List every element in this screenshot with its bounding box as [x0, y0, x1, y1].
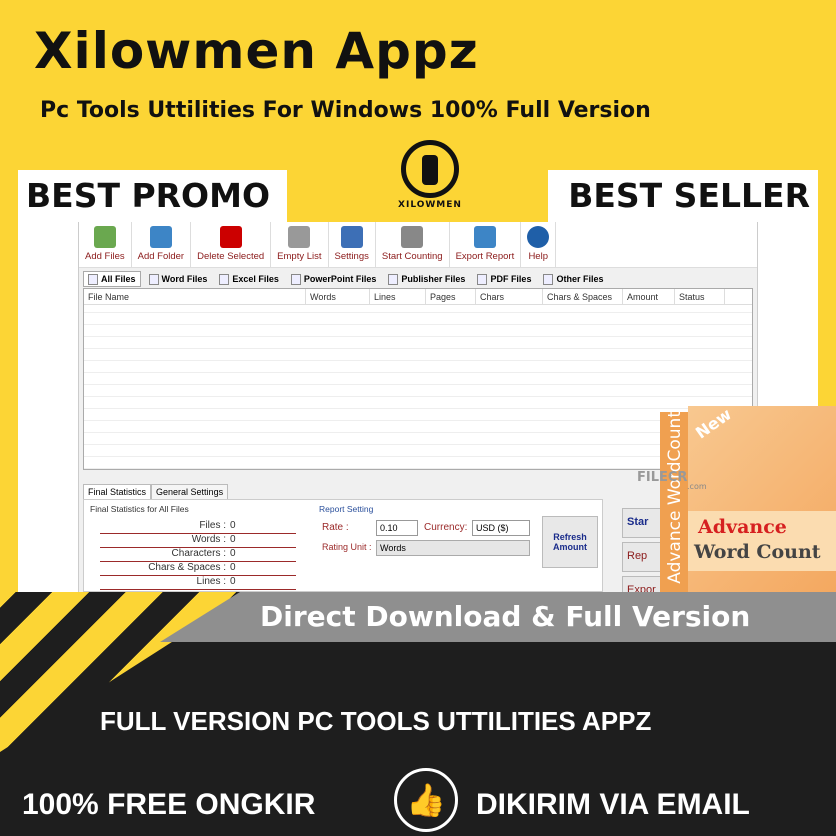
rate-label: Rate :	[322, 522, 349, 533]
toolbar-button-export-report[interactable]: Export Report	[450, 222, 522, 267]
currency-label: Currency:	[424, 522, 468, 533]
file-type-icon	[88, 273, 98, 285]
tab-word-files[interactable]: Word Files	[145, 271, 212, 287]
free-shipping-text: 100% FREE ONGKIR	[22, 788, 316, 821]
column-header[interactable]: Words	[306, 289, 370, 304]
product-name-2: Word Count	[694, 541, 821, 563]
export-icon	[473, 226, 496, 248]
column-header[interactable]: Pages	[426, 289, 476, 304]
file-tabs: All Files Word Files Excel Files PowerPoint…	[79, 268, 757, 287]
thumbs-up-icon: 👍	[394, 768, 458, 832]
file-type-icon	[290, 273, 301, 285]
best-seller-badge: BEST SELLER	[548, 170, 818, 222]
toolbar-button-help[interactable]: Help	[521, 222, 557, 267]
file-type-icon	[477, 273, 488, 285]
sent-via-email-text: DIKIRIM VIA EMAIL	[476, 788, 750, 821]
filecr-watermark: FILECR .com	[637, 470, 707, 491]
tab-pdf-files[interactable]: PDF Files	[473, 271, 535, 287]
file-type-icon	[543, 273, 554, 285]
tab-excel-files[interactable]: Excel Files	[215, 271, 283, 287]
best-promo-badge: BEST PROMO	[18, 170, 287, 222]
final-statistics-group: Final Statistics for All Files Files :0W…	[90, 504, 300, 590]
tab-other-files[interactable]: Other Files	[539, 271, 607, 287]
tab-final-statistics[interactable]: Final Statistics	[83, 484, 152, 500]
toolbar: Add Files Add Folder Delete Selected Empty …	[79, 222, 757, 268]
toolbar-button-empty-list[interactable]: Empty List	[271, 222, 329, 267]
xilowmen-logo: XILOWMEN	[393, 140, 467, 220]
toolbar-button-start-counting[interactable]: Start Counting	[376, 222, 450, 267]
column-header[interactable]: Lines	[370, 289, 426, 304]
toolbar-button-add-folder[interactable]: Add Folder	[132, 222, 192, 267]
full-version-text: FULL VERSION PC TOOLS UTTILITIES APPZ	[100, 706, 652, 736]
column-header[interactable]: Status	[675, 289, 725, 304]
gear-icon	[401, 226, 424, 248]
download-banner: Direct Download & Full Version	[160, 592, 836, 642]
table-header: File Name Words Lines Pages Chars Chars & Spa…	[84, 289, 752, 305]
column-header[interactable]: Chars & Spaces	[543, 289, 623, 304]
refresh-amount-button[interactable]: Refresh Amount	[542, 516, 598, 568]
product-box: Advance WordCount New Advance Word Count	[660, 402, 836, 592]
bottom-tabs: Final Statistics General Settings	[83, 484, 229, 500]
toolbar-button-delete-selected[interactable]: Delete Selected	[191, 222, 272, 267]
delete-icon	[219, 226, 242, 248]
column-header[interactable]: File Name	[84, 289, 306, 304]
stat-row: Lines :0	[100, 576, 296, 590]
promo-subtitle: Pc Tools Uttilities For Windows 100% Ful…	[40, 98, 651, 123]
folder-icon	[149, 226, 172, 248]
file-type-icon	[219, 273, 230, 285]
file-type-icon	[388, 273, 399, 285]
help-icon	[527, 226, 550, 248]
tab-general-settings[interactable]: General Settings	[151, 484, 229, 500]
toolbar-button-add-files[interactable]: Add Files	[79, 222, 132, 267]
promo-title: Xilowmen Appz	[34, 22, 479, 80]
app-window: Add Files Add Folder Delete Selected Empty …	[78, 222, 758, 606]
tab-powerpoint-files[interactable]: PowerPoint Files	[287, 271, 381, 287]
file-table[interactable]: File Name Words Lines Pages Chars Chars & Spa…	[83, 288, 753, 470]
tab-publisher-files[interactable]: Publisher Files	[384, 271, 469, 287]
stat-row: Files :0	[100, 520, 296, 534]
column-header[interactable]: Amount	[623, 289, 675, 304]
tools-icon	[340, 226, 363, 248]
stat-row: Words :0	[100, 534, 296, 548]
new-label: New	[692, 404, 735, 443]
add-file-icon	[93, 226, 116, 248]
statistics-panel: Final Statistics for All Files Files :0W…	[83, 499, 682, 606]
stat-row: Chars & Spaces :0	[100, 562, 296, 576]
column-header[interactable]: Chars	[476, 289, 543, 304]
stats-title: Final Statistics for All Files	[90, 504, 189, 514]
product-name: Advance	[698, 516, 787, 538]
tab-all-files[interactable]: All Files	[83, 271, 141, 287]
rating-unit-select[interactable]: Words	[376, 540, 530, 556]
file-type-icon	[148, 273, 159, 285]
report-setting-title: Report Setting	[319, 504, 374, 514]
trash-icon	[288, 226, 311, 248]
stat-row: Characters :0	[100, 548, 296, 562]
rate-input[interactable]: 0.10	[376, 520, 418, 536]
toolbar-button-settings[interactable]: Settings	[329, 222, 376, 267]
currency-select[interactable]: USD ($)	[472, 520, 530, 536]
rating-unit-label: Rating Unit :	[322, 542, 372, 552]
